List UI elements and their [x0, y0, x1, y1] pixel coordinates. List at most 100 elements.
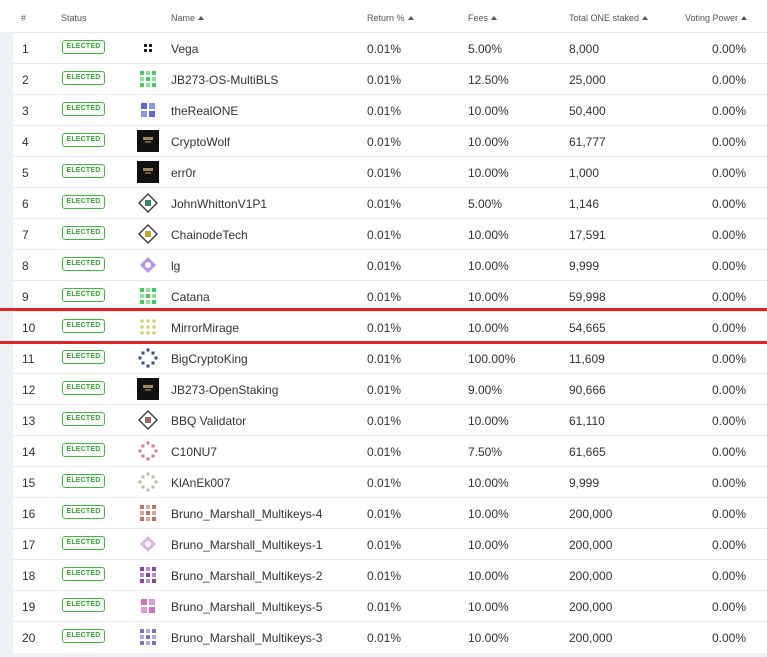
- return-cell: 0.01%: [367, 569, 402, 583]
- validator-name-link[interactable]: Vega: [171, 42, 198, 56]
- status-badge: ELECTED: [62, 226, 105, 240]
- column-header-rank[interactable]: #: [21, 13, 26, 23]
- table-row[interactable]: 5 ELECTED err0r 0.01% 10.00% 1,000 0.00%: [13, 156, 767, 187]
- validator-name-link[interactable]: ChainodeTech: [171, 228, 248, 242]
- fees-cell: 10.00%: [468, 507, 509, 521]
- status-badge: ELECTED: [62, 381, 105, 395]
- voting-power-cell: 0.00%: [712, 538, 747, 552]
- staked-cell: 200,000: [569, 507, 613, 521]
- table-row[interactable]: 20 ELECTED Bruno_Marshall_Multikeys-3 0.01%…: [13, 621, 767, 652]
- staked-cell: 50,400: [569, 104, 606, 118]
- staked-cell: 17,591: [569, 228, 606, 242]
- table-row[interactable]: 13 ELECTED BBQ Validator 0.01% 10.00% 61,110 0…: [13, 404, 767, 435]
- table-row[interactable]: 7 ELECTED ChainodeTech 0.01% 10.00% 17,591 0.0…: [13, 218, 767, 249]
- return-cell: 0.01%: [367, 445, 402, 459]
- fees-cell: 12.50%: [468, 73, 509, 87]
- table-row[interactable]: 9 ELECTED Catana 0.01% 10.00% 59,998 0.00%: [13, 280, 767, 311]
- highlight-line-bottom: [0, 341, 767, 344]
- staked-cell: 90,666: [569, 383, 606, 397]
- table-row[interactable]: 2 ELECTED JB273-OS-MultiBLS 0.01% 12.50% 25,0…: [13, 63, 767, 94]
- table-row[interactable]: 3 ELECTED theRealONE 0.01% 10.00% 50,400 0.00%: [13, 94, 767, 125]
- staked-cell: 9,999: [569, 259, 600, 273]
- validator-name-link[interactable]: JB273-OpenStaking: [171, 383, 278, 397]
- rank-cell: 8: [22, 259, 29, 273]
- table-row[interactable]: 15 ELECTED KlAnEk007 0.01% 10.00% 9,999 0.00%: [13, 466, 767, 497]
- validator-name-link[interactable]: KlAnEk007: [171, 476, 230, 490]
- validator-name-link[interactable]: Bruno_Marshall_Multikeys-1: [171, 538, 322, 552]
- validator-name-link[interactable]: lg: [171, 259, 180, 273]
- column-header-staked[interactable]: Total ONE staked: [569, 13, 649, 23]
- table-row[interactable]: 10 ELECTED MirrorMirage 0.01% 10.00% 54,665 0.…: [13, 311, 767, 342]
- validator-avatar-icon: [137, 471, 159, 493]
- validator-name-link[interactable]: JohnWhittonV1P1: [171, 197, 267, 211]
- validator-name-link[interactable]: JB273-OS-MultiBLS: [171, 73, 278, 87]
- rank-cell: 1: [22, 42, 29, 56]
- fees-cell: 10.00%: [468, 135, 509, 149]
- status-badge: ELECTED: [62, 164, 105, 178]
- validator-name-link[interactable]: CryptoWolf: [171, 135, 230, 149]
- return-cell: 0.01%: [367, 352, 402, 366]
- sort-caret-icon: [741, 16, 748, 20]
- table-row[interactable]: 12 ELECTED JB273-OpenStaking 0.01% 9.00% 90,6…: [13, 373, 767, 404]
- table-row[interactable]: 11 ELECTED BigCryptoKing 0.01% 100.00% 11,609…: [13, 342, 767, 373]
- staked-cell: 9,999: [569, 476, 600, 490]
- table-row[interactable]: 4 ELECTED CryptoWolf 0.01% 10.00% 61,777 0.00%: [13, 125, 767, 156]
- validator-name-link[interactable]: Catana: [171, 290, 210, 304]
- staked-cell: 200,000: [569, 538, 613, 552]
- table-row[interactable]: 16 ELECTED Bruno_Marshall_Multikeys-4 0.01%…: [13, 497, 767, 528]
- return-cell: 0.01%: [367, 197, 402, 211]
- rank-cell: 17: [22, 538, 36, 552]
- validator-avatar-icon: [137, 223, 159, 245]
- status-badge: ELECTED: [62, 257, 105, 271]
- validator-name-link[interactable]: MirrorMirage: [171, 321, 239, 335]
- validator-name-link[interactable]: Bruno_Marshall_Multikeys-3: [171, 631, 322, 645]
- validator-avatar-icon: [137, 409, 159, 431]
- validator-name-link[interactable]: theRealONE: [171, 104, 238, 118]
- fees-cell: 10.00%: [468, 259, 509, 273]
- table-row[interactable]: 6 ELECTED JohnWhittonV1P1 0.01% 5.00% 1,146 0.…: [13, 187, 767, 218]
- table-row[interactable]: 1 ELECTED Vega 0.01% 5.00% 8,000 0.00%: [13, 32, 767, 63]
- return-cell: 0.01%: [367, 538, 402, 552]
- status-badge: ELECTED: [62, 102, 105, 116]
- staked-cell: 61,665: [569, 445, 606, 459]
- return-cell: 0.01%: [367, 383, 402, 397]
- validator-avatar-icon: [137, 130, 159, 152]
- return-cell: 0.01%: [367, 228, 402, 242]
- validator-name-link[interactable]: Bruno_Marshall_Multikeys-5: [171, 600, 322, 614]
- table-row[interactable]: 18 ELECTED Bruno_Marshall_Multikeys-2 0.01%…: [13, 559, 767, 590]
- column-header-voting[interactable]: Voting Power: [685, 13, 748, 23]
- validator-name-link[interactable]: C10NU7: [171, 445, 217, 459]
- validator-name-link[interactable]: Bruno_Marshall_Multikeys-2: [171, 569, 322, 583]
- rank-cell: 11: [22, 352, 35, 366]
- rank-cell: 6: [22, 197, 29, 211]
- status-badge: ELECTED: [62, 350, 105, 364]
- table-row[interactable]: 19 ELECTED Bruno_Marshall_Multikeys-5 0.01%…: [13, 590, 767, 621]
- status-badge: ELECTED: [62, 412, 105, 426]
- voting-power-cell: 0.00%: [712, 352, 747, 366]
- staked-cell: 61,777: [569, 135, 606, 149]
- voting-power-cell: 0.00%: [712, 166, 747, 180]
- table-row[interactable]: 17 ELECTED Bruno_Marshall_Multikeys-1 0.01%…: [13, 528, 767, 559]
- table-row[interactable]: 14 ELECTED C10NU7 0.01% 7.50% 61,665 0.00%: [13, 435, 767, 466]
- status-badge: ELECTED: [62, 443, 105, 457]
- validator-name-link[interactable]: err0r: [171, 166, 196, 180]
- column-header-return[interactable]: Return %: [367, 13, 414, 23]
- validator-name-link[interactable]: Bruno_Marshall_Multikeys-4: [171, 507, 322, 521]
- table-row[interactable]: 8 ELECTED lg 0.01% 10.00% 9,999 0.00%: [13, 249, 767, 280]
- column-header-name[interactable]: Name: [171, 13, 205, 23]
- validator-name-link[interactable]: BBQ Validator: [171, 414, 246, 428]
- return-cell: 0.01%: [367, 600, 402, 614]
- rank-cell: 9: [22, 290, 29, 304]
- validator-avatar-icon: [137, 626, 159, 648]
- fees-cell: 7.50%: [468, 445, 503, 459]
- validator-name-link[interactable]: BigCryptoKing: [171, 352, 248, 366]
- fees-cell: 10.00%: [468, 600, 509, 614]
- column-header-staked-label: Total ONE staked: [569, 13, 640, 23]
- return-cell: 0.01%: [367, 73, 402, 87]
- rank-cell: 16: [22, 507, 36, 521]
- staked-cell: 200,000: [569, 569, 613, 583]
- column-header-name-label: Name: [171, 13, 196, 23]
- column-header-fees[interactable]: Fees: [468, 13, 498, 23]
- column-header-status[interactable]: Status: [61, 13, 87, 23]
- staked-cell: 59,998: [569, 290, 606, 304]
